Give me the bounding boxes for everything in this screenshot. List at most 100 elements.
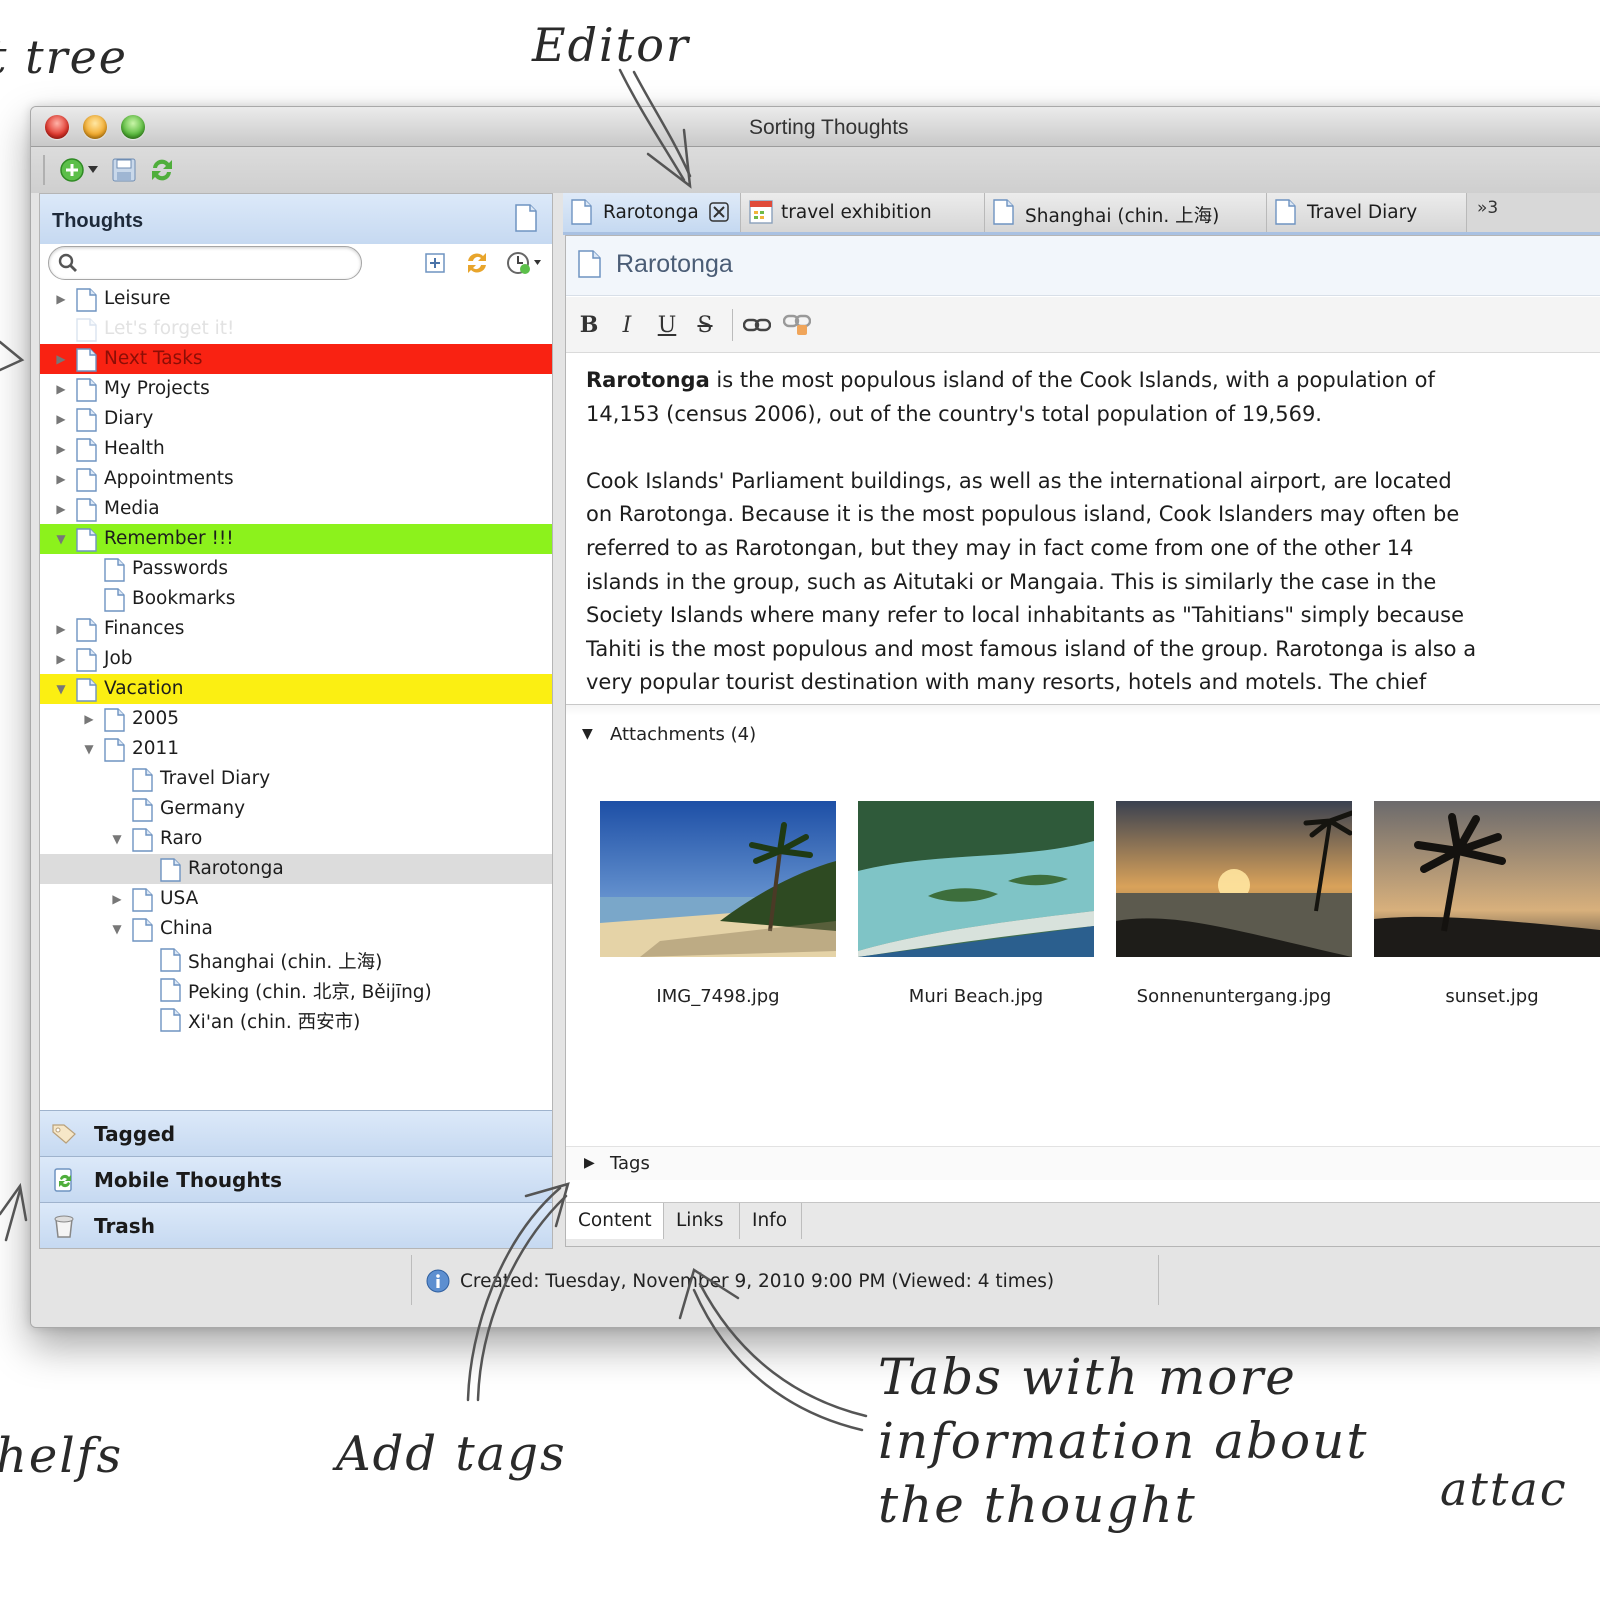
link-icon: [743, 318, 771, 332]
tree-item[interactable]: ▼ Remember !!!: [40, 524, 552, 554]
attachment-thumbnail-sunset[interactable]: [1374, 801, 1600, 957]
collapse-triangle-icon[interactable]: ▼: [110, 922, 124, 936]
paragraph-1: Rarotonga is the most populous island of…: [586, 364, 1600, 431]
underline-button[interactable]: U: [652, 310, 682, 340]
document-icon: [132, 828, 153, 852]
add-thought-dropdown[interactable]: [85, 155, 101, 185]
document-icon: [76, 648, 97, 672]
close-window-button[interactable]: [45, 115, 69, 139]
tree-item[interactable]: ▶ Job: [40, 644, 552, 674]
tree-item[interactable]: ▶ Appointments: [40, 464, 552, 494]
tree-item[interactable]: ▶ USA: [40, 884, 552, 914]
tag-icon: [50, 1120, 78, 1148]
tree-item[interactable]: Passwords: [40, 554, 552, 584]
attachment-thumbnail-sonnenuntergang[interactable]: [1116, 801, 1352, 957]
expand-triangle-icon[interactable]: ▶: [54, 502, 68, 516]
shelf-trash-label: Trash: [94, 1214, 155, 1238]
tab-shanghai[interactable]: Shanghai (chin. 上海): [985, 193, 1267, 232]
expand-triangle-icon[interactable]: ▶: [54, 412, 68, 426]
tree-item[interactable]: ▼ China: [40, 914, 552, 944]
thoughts-title: Thoughts: [52, 210, 144, 232]
refresh-tree-button[interactable]: [462, 248, 492, 278]
tree-item[interactable]: ▼ Raro: [40, 824, 552, 854]
expand-triangle-icon[interactable]: ▶: [54, 442, 68, 456]
tree-item[interactable]: ▶ Diary: [40, 404, 552, 434]
shelf-trash[interactable]: Trash: [40, 1202, 552, 1248]
expand-triangle-icon[interactable]: ▶: [54, 352, 68, 366]
clock-icon: [507, 252, 541, 274]
tree-item[interactable]: Bookmarks: [40, 584, 552, 614]
shelf-mobile-thoughts[interactable]: Mobile Thoughts: [40, 1156, 552, 1202]
tree-item[interactable]: ▶ My Projects: [40, 374, 552, 404]
tree-item[interactable]: ▶ 2005: [40, 704, 552, 734]
shelf-tagged[interactable]: Tagged: [40, 1110, 552, 1156]
attachments-header[interactable]: ▼ Attachments (4): [566, 718, 1600, 752]
insert-link-button[interactable]: [742, 310, 772, 340]
strikethrough-button[interactable]: S: [690, 310, 720, 340]
tree-item[interactable]: Germany: [40, 794, 552, 824]
tree-item-label: Job: [104, 648, 133, 669]
expand-triangle-icon[interactable]: ▶: [54, 622, 68, 636]
editor-tab-bar: Rarotonga travel exhibition Shanghai (ch…: [563, 193, 1600, 235]
tree-item[interactable]: Peking (chin. 北京, Běijīng): [40, 974, 552, 1004]
document-icon: [132, 888, 153, 912]
expand-all-icon: [425, 253, 445, 273]
thought-content[interactable]: Rarotonga is the most populous island of…: [586, 364, 1600, 698]
expand-triangle-icon[interactable]: ▶: [54, 292, 68, 306]
tab-links[interactable]: Links: [664, 1203, 740, 1239]
tree-item[interactable]: ▶ Media: [40, 494, 552, 524]
collapse-triangle-icon[interactable]: ▼: [110, 832, 124, 846]
unlink-icon: [783, 314, 811, 335]
document-icon: [76, 288, 97, 312]
add-thought-button[interactable]: [57, 155, 87, 185]
collapse-triangle-icon[interactable]: ▼: [54, 682, 68, 696]
tab-info[interactable]: Info: [740, 1203, 802, 1239]
expand-all-button[interactable]: [420, 248, 450, 278]
tab-travel-exhibition[interactable]: travel exhibition: [741, 193, 985, 232]
expand-triangle-icon[interactable]: ▶: [82, 712, 96, 726]
tree-item[interactable]: ▶ Next Tasks: [40, 344, 552, 374]
expand-triangle-icon[interactable]: ▶: [54, 382, 68, 396]
tree-item[interactable]: Xi'an (chin. 西安市): [40, 1004, 552, 1034]
shelf-arrow: [4, 1188, 22, 1242]
thought-title[interactable]: Rarotonga: [616, 250, 733, 279]
tree-item[interactable]: ▼ Vacation: [40, 674, 552, 704]
annotation-tabs-info-line2: information about: [878, 1412, 1369, 1470]
tree-item[interactable]: Rarotonga: [40, 854, 552, 884]
minimize-window-button[interactable]: [83, 115, 107, 139]
attachment-thumbnail-img-7498[interactable]: [600, 801, 836, 957]
tree-item[interactable]: ▶ Leisure: [40, 284, 552, 314]
tab-content[interactable]: Content: [566, 1203, 664, 1239]
collapse-triangle-icon[interactable]: ▼: [54, 532, 68, 546]
tab-rarotonga[interactable]: Rarotonga: [563, 193, 741, 232]
expand-triangle-icon[interactable]: ▶: [54, 472, 68, 486]
tree-item[interactable]: Shanghai (chin. 上海): [40, 944, 552, 974]
paragraph-2-line: Tahiti is the most populous and most fam…: [586, 636, 1477, 661]
tree-item[interactable]: ▼ 2011: [40, 734, 552, 764]
tab-travel-diary[interactable]: Travel Diary: [1267, 193, 1467, 232]
tags-header[interactable]: ▶ Tags: [566, 1146, 1600, 1180]
attachment-thumbnail-muri-beach[interactable]: [858, 801, 1094, 957]
remove-link-button[interactable]: [782, 310, 812, 340]
tab-overflow-button[interactable]: »3: [1477, 198, 1498, 218]
document-icon[interactable]: [514, 204, 538, 232]
italic-button[interactable]: I: [612, 310, 642, 340]
search-field[interactable]: [48, 246, 362, 280]
zoom-window-button[interactable]: [121, 115, 145, 139]
save-button[interactable]: [109, 155, 139, 185]
history-button[interactable]: [504, 248, 544, 278]
expand-triangle-icon[interactable]: ▶: [110, 892, 124, 906]
search-input[interactable]: [83, 251, 351, 275]
tree-item-label: Let's forget it!: [104, 318, 235, 339]
close-tab-icon[interactable]: [708, 201, 730, 223]
toolbar-grip: [43, 155, 45, 185]
tree-item[interactable]: Let's forget it!: [40, 314, 552, 344]
tree-item[interactable]: ▶ Finances: [40, 614, 552, 644]
tree-item[interactable]: ▶ Health: [40, 434, 552, 464]
expand-triangle-icon[interactable]: ▶: [54, 652, 68, 666]
bold-button[interactable]: B: [574, 310, 604, 340]
collapse-triangle-icon[interactable]: ▼: [82, 742, 96, 756]
sync-button[interactable]: [147, 155, 177, 185]
tree-item[interactable]: Travel Diary: [40, 764, 552, 794]
document-icon: [578, 250, 601, 278]
